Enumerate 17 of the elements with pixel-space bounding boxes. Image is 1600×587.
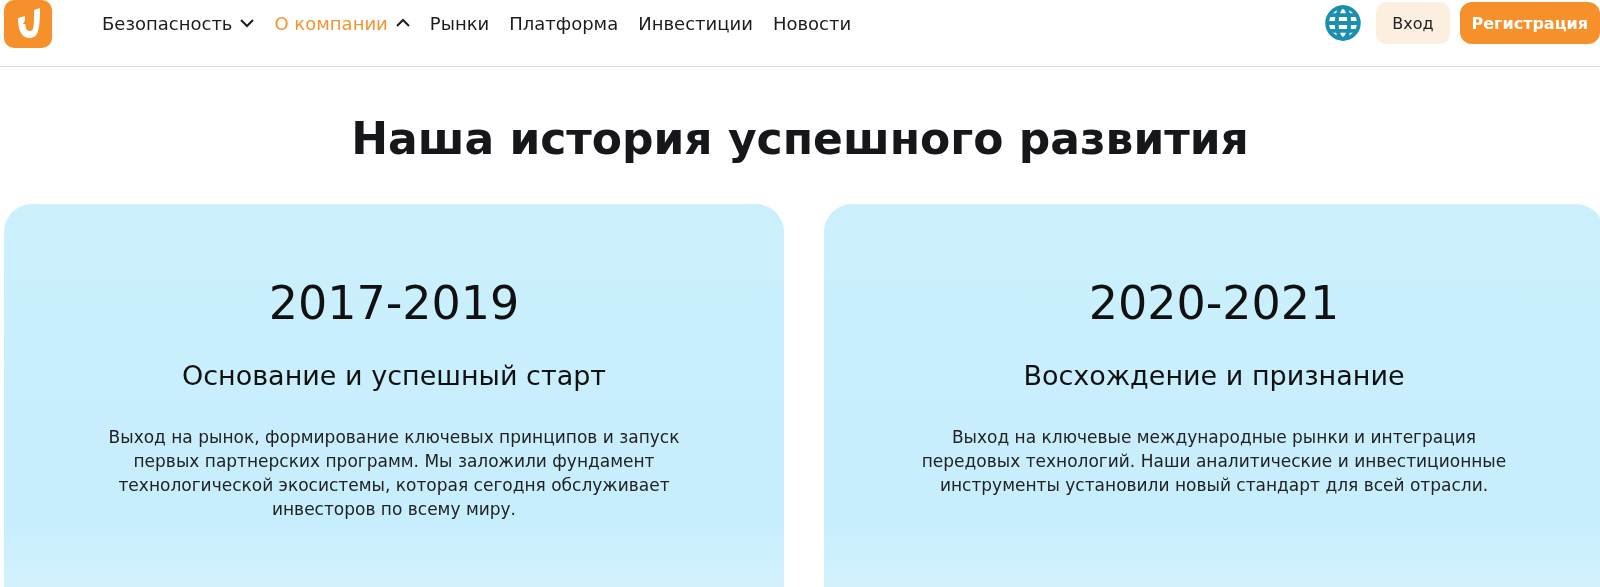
card-years: 2020-2021 — [1088, 276, 1340, 330]
nav-link[interactable]: Рынки — [429, 12, 490, 34]
logo-icon[interactable] — [4, 0, 52, 48]
chevron-icon — [395, 18, 410, 28]
nav-link[interactable]: Новости — [772, 12, 852, 34]
card-years: 2017-2019 — [268, 276, 520, 330]
card-title: Восхождение и признание — [1023, 360, 1405, 391]
card-text: Выход на ключевые международные рынки и интеграция передовых технологий. Наши аналитические и инвестиционные инструменты установили новый стандарт для всей отрасли. — [920, 426, 1508, 497]
chevron-icon — [240, 18, 255, 28]
globe-icon[interactable] — [1324, 4, 1363, 42]
nav-link[interactable]: Платформа — [509, 12, 619, 34]
card-title: Основание и успешный старт — [181, 360, 607, 391]
login-button[interactable]: Вход — [1376, 2, 1450, 44]
card-text: Выход на рынок, формирование ключевых принципов и запуск первых партнерских программ. Мы заложили фундамент технологической экосистемы, которая сегодня обслуживает инвесторов по всему миру. — [107, 426, 681, 521]
nav-link[interactable]: Инвестиции — [638, 12, 753, 34]
nav-link[interactable]: Безопасность — [102, 12, 255, 34]
section-heading: Наша история успешного развития — [350, 113, 1250, 164]
